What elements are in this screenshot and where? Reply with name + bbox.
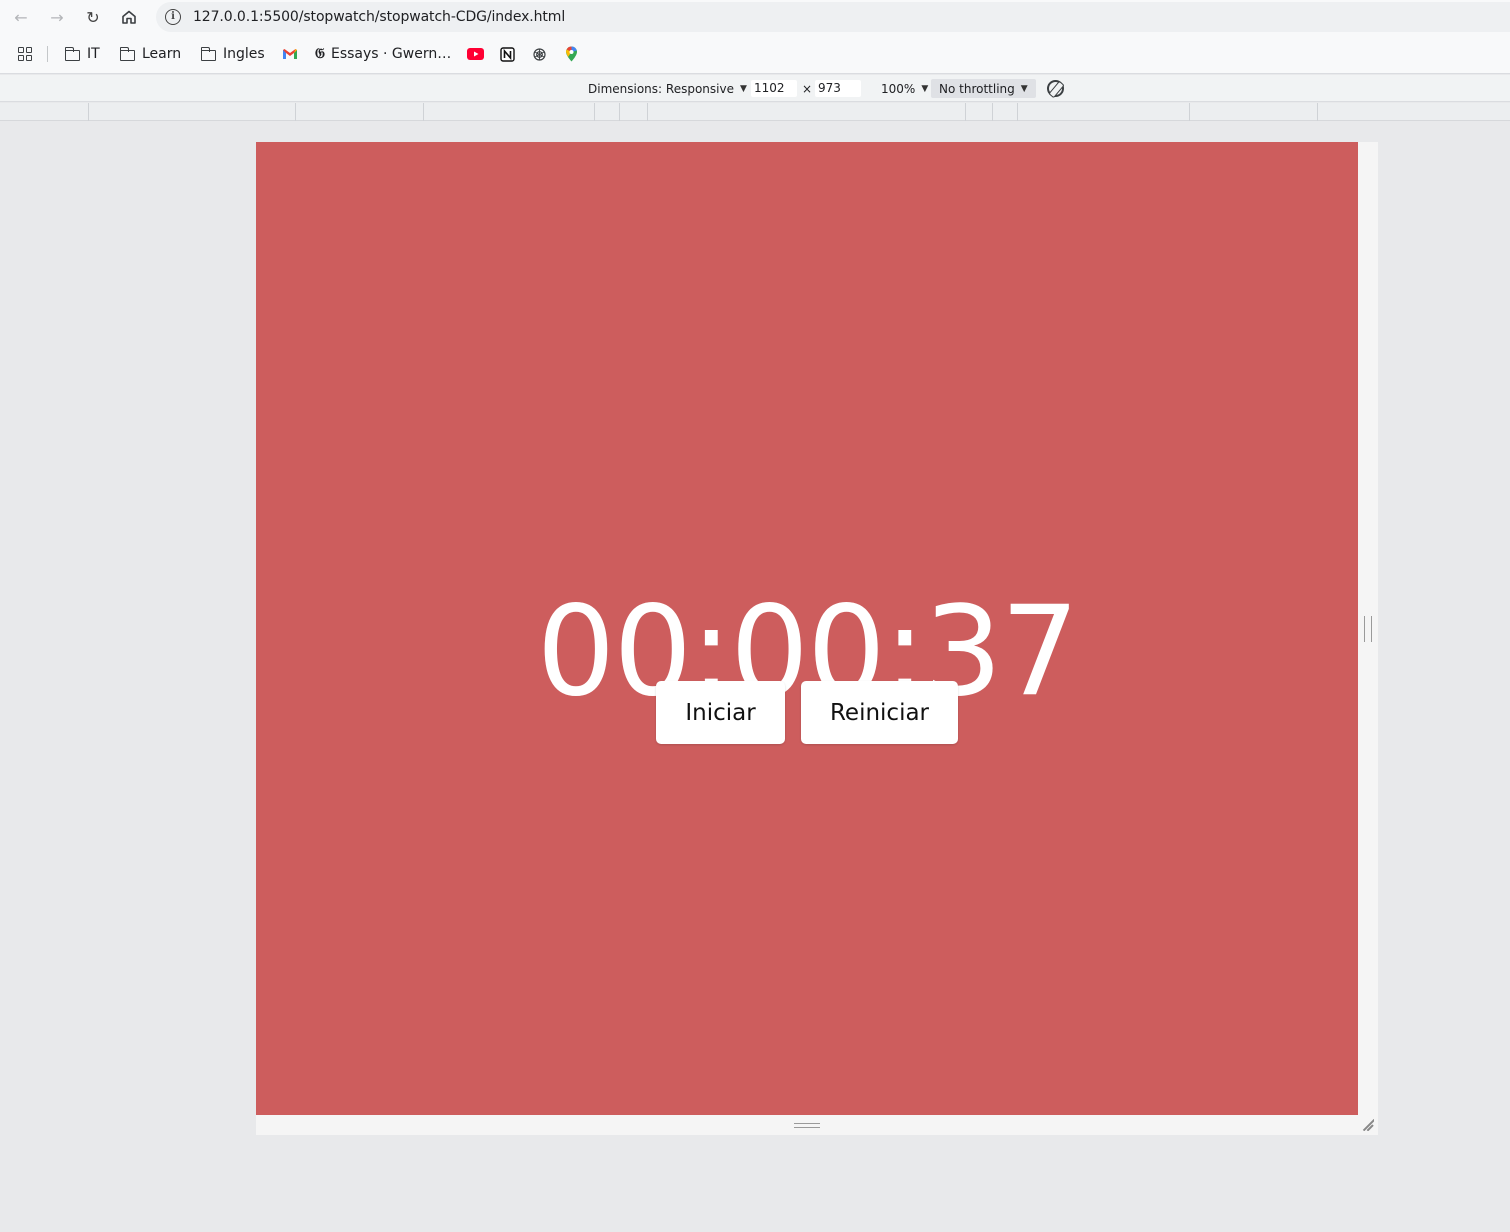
caret-down-icon: ▼ (739, 83, 747, 94)
resize-bottom-handle[interactable] (794, 1123, 820, 1128)
home-icon[interactable] (116, 4, 142, 30)
caret-down-icon: ▼ (1020, 83, 1028, 94)
bookmark-label: Learn (142, 46, 182, 62)
bookmark-label: IT (87, 46, 100, 62)
dimensions-dropdown[interactable]: Dimensions: Responsive ▼ (588, 75, 747, 102)
maps-icon (566, 46, 577, 62)
throttling-label: No throttling (939, 81, 1015, 96)
bookmarks-separator (47, 46, 48, 62)
bookmark-label: Essays · Gwern… (330, 46, 452, 62)
bookmark-it[interactable]: IT (64, 34, 100, 74)
folder-icon (119, 46, 135, 61)
rotate-icon (1047, 80, 1064, 97)
media-query-ruler[interactable] (0, 103, 1510, 121)
caret-down-icon: ▼ (921, 83, 929, 94)
bookmark-maps[interactable] (565, 34, 578, 74)
url-text: 127.0.0.1:5500/stopwatch/stopwatch-CDG/i… (193, 9, 566, 25)
start-button[interactable]: Iniciar (656, 681, 785, 744)
dimension-times: × (802, 81, 813, 96)
resize-corner-handle[interactable] (1362, 1119, 1374, 1131)
zoom-label: 100% (881, 81, 916, 96)
bookmark-label: Ingles (223, 46, 265, 62)
back-arrow-icon[interactable]: ← (8, 4, 34, 30)
device-toolbar: Dimensions: Responsive ▼ 1102 × 973 100%… (0, 75, 1510, 102)
bookmark-learn[interactable]: Learn (119, 34, 182, 74)
gmail-icon (283, 49, 297, 59)
bookmark-ingles[interactable]: Ingles (200, 34, 265, 74)
notion-icon (500, 46, 515, 62)
bookmark-notion[interactable] (500, 34, 515, 74)
reload-icon[interactable]: ↻ (80, 4, 106, 30)
zoom-dropdown[interactable]: 100% ▼ (881, 75, 928, 102)
reset-button[interactable]: Reiniciar (801, 681, 958, 744)
site-info-icon[interactable]: i (165, 9, 181, 25)
chatgpt-icon (533, 47, 546, 61)
bookmark-gmail[interactable] (282, 34, 298, 74)
folder-icon (64, 46, 80, 61)
browser-toolbar: ← → ↻ i 127.0.0.1:5500/stopwatch/stopwat… (0, 0, 1510, 34)
throttling-dropdown[interactable]: No throttling ▼ (931, 75, 1036, 102)
height-input-wrap: 973 (815, 75, 861, 102)
gwern-icon: 𝔊 (315, 46, 325, 62)
bookmarks-bar: IT Learn Ingles 𝔊 Essays · Gwern… (0, 34, 1510, 74)
youtube-icon (467, 48, 484, 60)
width-input-wrap: 1102 (751, 75, 797, 102)
apps-icon[interactable] (18, 34, 32, 74)
width-input[interactable]: 1102 (751, 80, 797, 97)
bookmark-chatgpt[interactable] (532, 34, 547, 74)
dimensions-label: Dimensions: Responsive (588, 81, 734, 96)
bookmark-youtube[interactable] (467, 34, 484, 74)
stopwatch-page: 00:00:37 Iniciar Reiniciar (256, 142, 1358, 1115)
height-input[interactable]: 973 (815, 80, 861, 97)
resize-right-handle[interactable] (1364, 616, 1372, 642)
bookmark-gwern[interactable]: 𝔊 Essays · Gwern… (315, 34, 451, 74)
viewport-frame: 00:00:37 Iniciar Reiniciar (256, 142, 1378, 1135)
controls: Iniciar Reiniciar (656, 681, 958, 744)
folder-icon (200, 46, 216, 61)
forward-arrow-icon[interactable]: → (44, 4, 70, 30)
rotate-button[interactable] (1047, 75, 1064, 102)
address-bar[interactable]: i 127.0.0.1:5500/stopwatch/stopwatch-CDG… (156, 2, 1510, 32)
